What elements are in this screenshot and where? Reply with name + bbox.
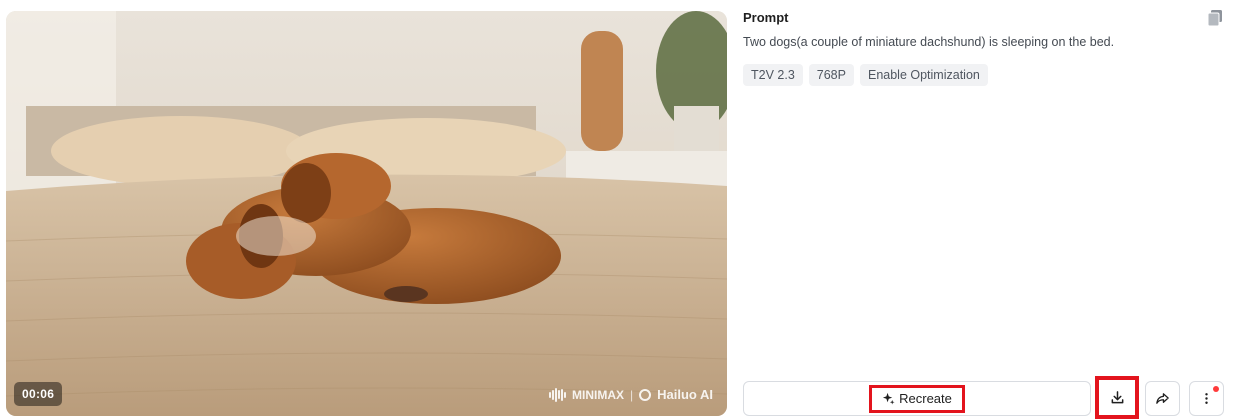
share-icon	[1156, 393, 1169, 404]
video-timecode: 00:06	[14, 382, 63, 406]
tag-resolution: 768P	[808, 64, 854, 86]
more-options-button[interactable]	[1189, 381, 1224, 416]
watermark: MINIMAX | Hailuo AI	[549, 387, 713, 402]
watermark-brand-hailuo: Hailuo AI	[657, 387, 713, 402]
video-frame-image	[6, 11, 727, 416]
hailuo-logo-icon	[639, 388, 652, 401]
minimax-logo-icon	[549, 387, 567, 402]
notification-dot	[1213, 386, 1219, 392]
recreate-button[interactable]: Recreate	[743, 381, 1091, 416]
watermark-brand-minimax: MINIMAX	[572, 387, 625, 402]
tag-optimization: Enable Optimization	[859, 64, 988, 86]
prompt-text: Two dogs(a couple of miniature dachshund…	[743, 35, 1115, 49]
watermark-separator: |	[630, 387, 634, 402]
sparkle-icon	[883, 392, 895, 405]
video-preview[interactable]: 00:06 MINIMAX | Hailuo AI	[6, 11, 727, 416]
recreate-button-content[interactable]: Recreate	[869, 384, 965, 413]
recreate-button-label: Recreate	[899, 390, 952, 406]
more-vertical-icon	[1205, 393, 1208, 404]
copy-icon[interactable]	[1208, 10, 1222, 26]
prompt-heading: Prompt	[743, 10, 789, 25]
share-button[interactable]	[1145, 381, 1180, 416]
download-button[interactable]	[1095, 376, 1139, 419]
tag-model: T2V 2.3	[743, 64, 803, 86]
prompt-tags: T2V 2.3 768P Enable Optimization	[743, 64, 988, 86]
download-icon	[1111, 391, 1123, 404]
